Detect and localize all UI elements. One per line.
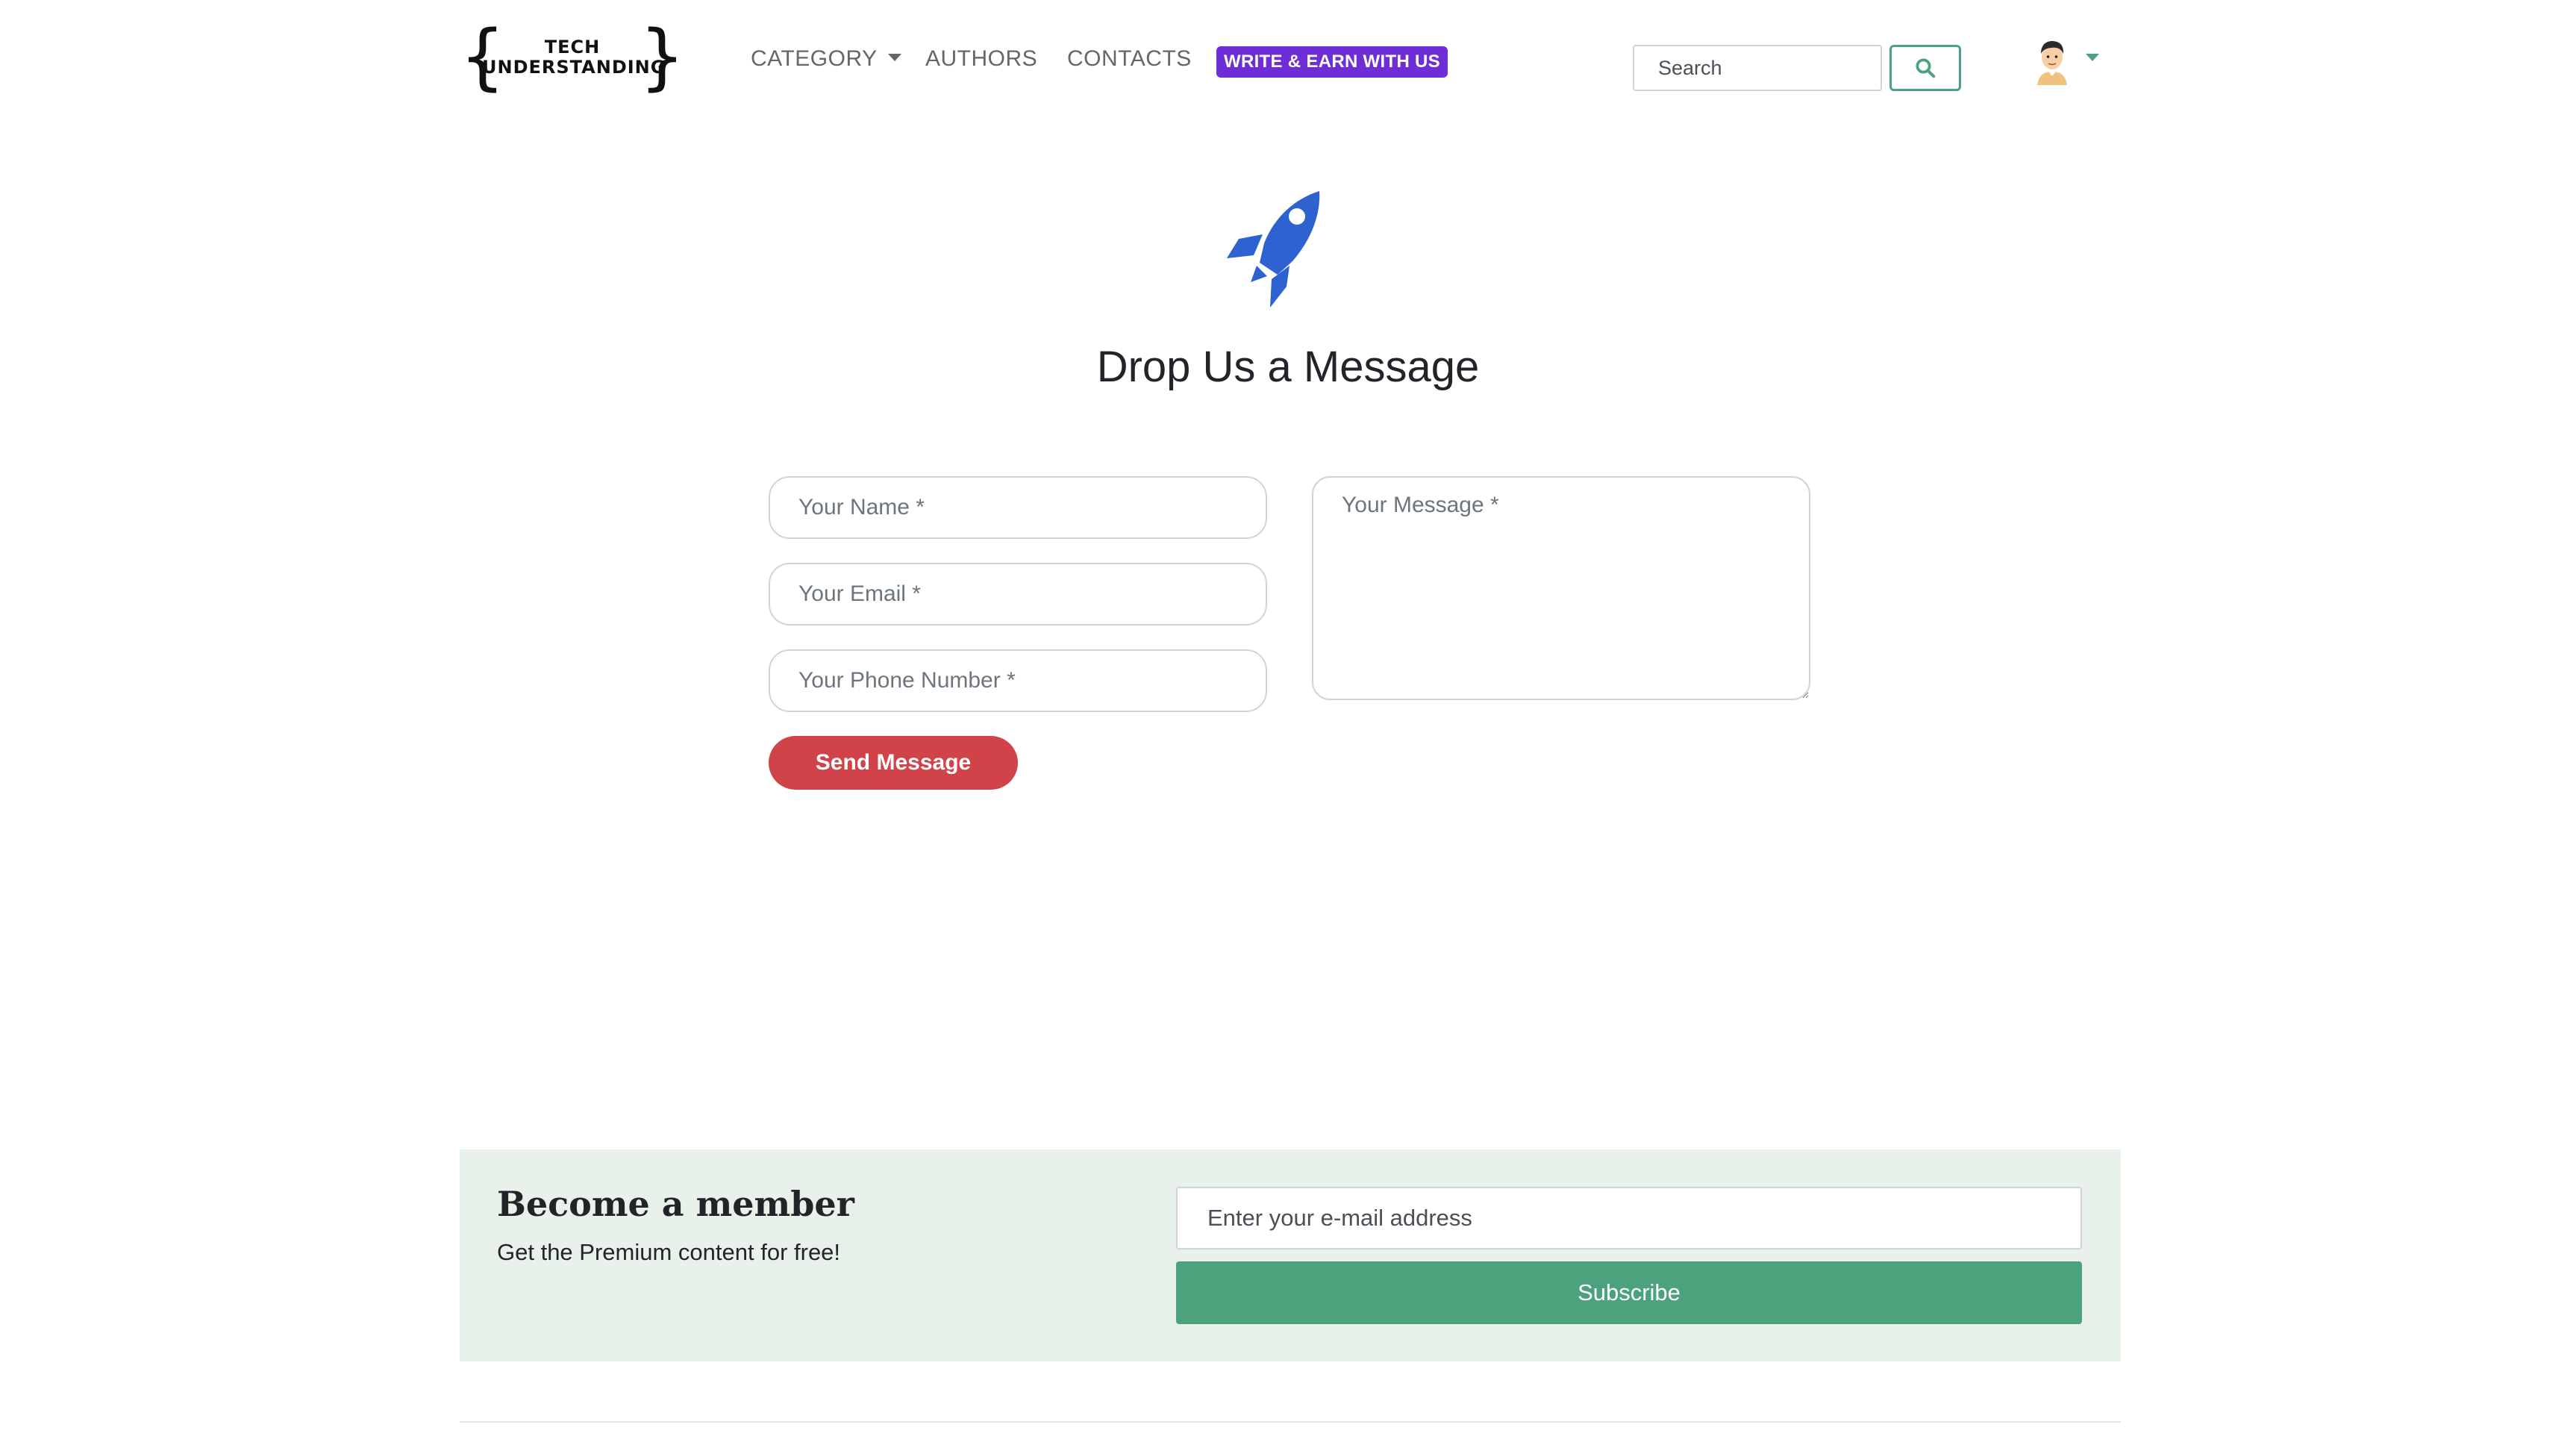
newsletter-section: Become a member Get the Premium content … — [460, 1149, 2121, 1361]
newsletter-subtitle: Get the Premium content for free! — [497, 1239, 841, 1265]
nav-authors-link[interactable]: AUTHORS — [925, 46, 1037, 72]
avatar-caret-down-icon[interactable] — [2086, 54, 2099, 61]
rocket-icon — [1227, 191, 1320, 308]
nav-category-label: CATEGORY — [751, 46, 878, 71]
newsletter-title: Become a member — [497, 1184, 854, 1224]
logo-brace-right: } — [639, 15, 685, 99]
search-input[interactable] — [1633, 45, 1882, 91]
write-and-earn-badge[interactable]: WRITE & EARN WITH US — [1216, 46, 1448, 78]
name-field[interactable] — [769, 476, 1267, 539]
footer-divider — [460, 1421, 2121, 1423]
nav-contacts-link[interactable]: CONTACTS — [1067, 46, 1192, 72]
caret-down-icon — [887, 54, 901, 62]
page: { TECH UNDERSTANDING } CATEGORY AUTHORS … — [0, 0, 2576, 1451]
contact-title: Drop Us a Message — [1096, 343, 1480, 391]
message-textarea[interactable] — [1312, 476, 1810, 700]
newsletter-email-input[interactable] — [1176, 1187, 2082, 1249]
navbar: { TECH UNDERSTANDING } CATEGORY AUTHORS … — [0, 0, 2576, 127]
nav-category-dropdown[interactable]: CATEGORY — [751, 46, 901, 72]
phone-field[interactable] — [769, 649, 1267, 712]
logo-text-line2: UNDERSTANDING — [482, 57, 666, 78]
search-icon — [1916, 58, 1936, 78]
send-message-button[interactable]: Send Message — [769, 736, 1018, 790]
user-avatar[interactable] — [2031, 37, 2073, 85]
email-field[interactable] — [769, 563, 1267, 625]
avatar-face-icon — [2037, 41, 2067, 85]
logo-text-line1: TECH — [544, 37, 601, 57]
search-button[interactable] — [1889, 45, 1961, 91]
subscribe-button[interactable]: Subscribe — [1176, 1261, 2082, 1324]
site-logo[interactable]: { TECH UNDERSTANDING } — [460, 21, 685, 97]
